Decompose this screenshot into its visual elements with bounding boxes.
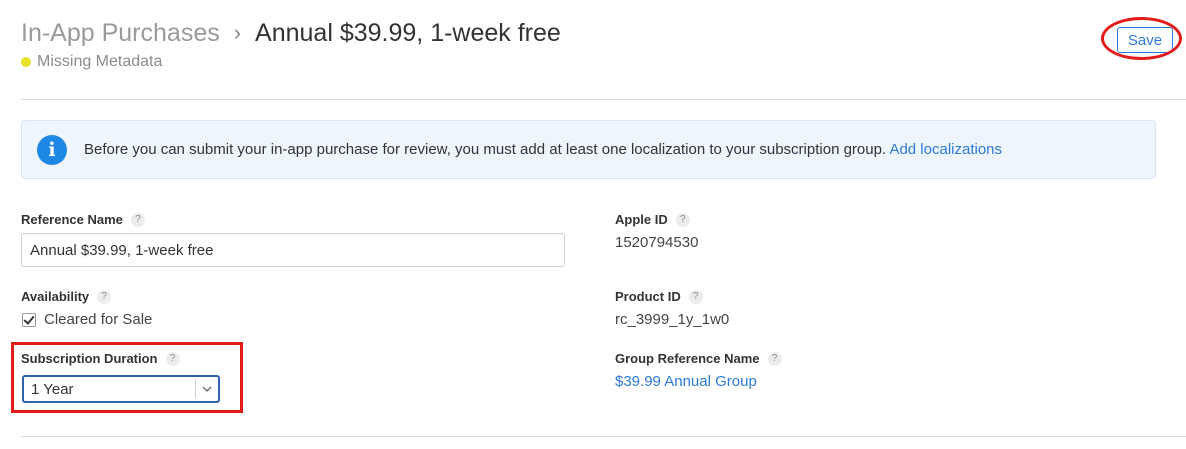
breadcrumb-in-app-purchases[interactable]: In-App Purchases <box>21 19 220 48</box>
reference-name-label-text: Reference Name <box>21 212 123 227</box>
header-divider <box>21 99 1186 100</box>
banner-text: Before you can submit your in-app purcha… <box>84 141 890 158</box>
breadcrumb: In-App Purchases › Annual $39.99, 1-week… <box>21 16 1161 50</box>
cleared-for-sale-label[interactable]: Cleared for Sale <box>44 311 152 328</box>
page-title: Annual $39.99, 1-week free <box>255 18 561 47</box>
cleared-for-sale-row: Cleared for Sale <box>22 311 152 328</box>
chevron-down-icon <box>196 386 218 392</box>
help-icon[interactable]: ? <box>688 289 703 304</box>
footer-divider <box>21 436 1186 437</box>
help-icon[interactable]: ? <box>165 351 180 366</box>
cleared-for-sale-checkbox[interactable] <box>22 312 36 327</box>
subscription-duration-select[interactable]: 1 Year <box>22 375 220 403</box>
product-id-label: Product ID ? <box>615 289 703 304</box>
reference-name-input[interactable] <box>21 233 565 267</box>
add-localizations-link[interactable]: Add localizations <box>889 141 1002 158</box>
info-banner: i Before you can submit your in-app purc… <box>21 120 1156 179</box>
apple-id-value: 1520794530 <box>615 234 699 251</box>
reference-name-label: Reference Name ? <box>21 212 145 227</box>
product-id-value: rc_3999_1y_1w0 <box>615 311 730 328</box>
group-reference-name-link[interactable]: $39.99 Annual Group <box>615 373 757 390</box>
status-indicator: Missing Metadata <box>21 53 1161 71</box>
help-icon[interactable]: ? <box>675 212 690 227</box>
help-icon[interactable]: ? <box>767 351 782 366</box>
group-reference-name-label-text: Group Reference Name <box>615 351 760 366</box>
info-icon: i <box>37 134 67 165</box>
availability-label-text: Availability <box>21 289 90 304</box>
help-icon[interactable]: ? <box>130 212 145 227</box>
banner-message: Before you can submit your in-app purcha… <box>84 141 1002 158</box>
apple-id-label-text: Apple ID <box>615 212 668 227</box>
status-text: Missing Metadata <box>37 53 163 70</box>
subscription-duration-label-text: Subscription Duration <box>21 351 158 366</box>
status-dot-icon <box>21 57 31 67</box>
product-id-label-text: Product ID <box>615 289 681 304</box>
save-button[interactable]: Save <box>1117 27 1173 53</box>
chevron-right-icon: › <box>233 20 242 45</box>
help-icon[interactable]: ? <box>97 289 112 304</box>
availability-label: Availability ? <box>21 289 112 304</box>
subscription-duration-value: 1 Year <box>31 380 74 398</box>
apple-id-label: Apple ID ? <box>615 212 690 227</box>
page-header: In-App Purchases › Annual $39.99, 1-week… <box>21 16 1161 76</box>
group-reference-name-label: Group Reference Name ? <box>615 351 782 366</box>
subscription-duration-label: Subscription Duration ? <box>21 351 180 366</box>
